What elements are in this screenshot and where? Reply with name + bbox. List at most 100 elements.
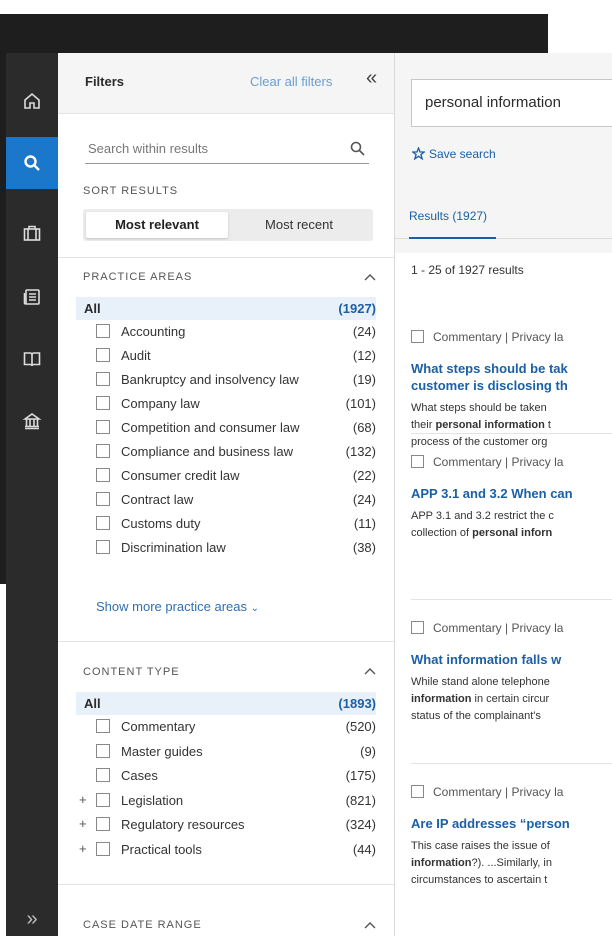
collapse-panel-icon[interactable]: « bbox=[366, 67, 377, 90]
filter-label: Customs duty bbox=[121, 516, 201, 531]
search-icon[interactable] bbox=[6, 137, 58, 189]
result-title-link[interactable]: Are IP addresses “person bbox=[411, 815, 612, 832]
library-icon[interactable] bbox=[6, 395, 58, 447]
chevron-up-icon[interactable] bbox=[364, 919, 376, 931]
content-type-item[interactable]: + Legislation (821) bbox=[76, 789, 376, 812]
result-snippet-line: information?). ...Similarly, in bbox=[411, 855, 612, 872]
snippet-text: process of the customer org bbox=[411, 436, 548, 448]
content-type-all[interactable]: All (1893) bbox=[76, 692, 376, 715]
checkbox[interactable] bbox=[96, 817, 110, 831]
sort-most-recent[interactable]: Most recent bbox=[228, 212, 370, 238]
checkbox[interactable] bbox=[96, 516, 110, 530]
filters-panel: Filters Clear all filters « Search withi… bbox=[58, 53, 395, 936]
snippet-text: While stand alone telephone bbox=[411, 676, 550, 688]
filter-count: (19) bbox=[352, 372, 376, 387]
result-checkbox[interactable] bbox=[411, 330, 424, 343]
chevron-down-icon: ⌄ bbox=[250, 603, 260, 614]
news-icon[interactable] bbox=[6, 271, 58, 323]
chevron-up-icon[interactable] bbox=[364, 665, 376, 677]
double-chevron-right-icon[interactable]: » bbox=[6, 893, 58, 936]
checkbox[interactable] bbox=[96, 372, 110, 386]
snippet-text: circumstances to ascertain t bbox=[411, 874, 548, 886]
filter-count: (324) bbox=[345, 817, 376, 832]
checkbox[interactable] bbox=[96, 540, 110, 554]
show-more-label: Show more practice areas bbox=[96, 599, 248, 614]
result-checkbox[interactable] bbox=[411, 785, 424, 798]
practice-area-item[interactable]: Consumer credit law (22) bbox=[76, 464, 376, 487]
result-title-link[interactable]: APP 3.1 and 3.2 When can bbox=[411, 485, 612, 502]
tab-results[interactable]: Results (1927) bbox=[409, 209, 487, 223]
content-type-item[interactable]: + Practical tools (44) bbox=[76, 838, 376, 861]
practice-area-item[interactable]: Bankruptcy and insolvency law (19) bbox=[76, 368, 376, 391]
result-title-link[interactable]: What information falls w bbox=[411, 651, 612, 668]
filter-count: (175) bbox=[345, 768, 376, 783]
chevron-up-icon[interactable] bbox=[364, 271, 376, 283]
checkbox[interactable] bbox=[96, 396, 110, 410]
checkbox[interactable] bbox=[96, 743, 110, 758]
filter-label: Audit bbox=[121, 348, 151, 363]
practice-area-item[interactable]: Discrimination law (38) bbox=[76, 536, 376, 559]
result-snippet-line: What steps should be taken bbox=[411, 400, 612, 417]
checkbox[interactable] bbox=[96, 768, 110, 782]
results-main: personal information Save search Results… bbox=[395, 53, 612, 936]
result-snippet-line: circumstances to ascertain t bbox=[411, 872, 612, 889]
practice-area-item[interactable]: Accounting (24) bbox=[76, 320, 376, 343]
practice-area-item[interactable]: Contract law (24) bbox=[76, 488, 376, 511]
home-icon[interactable] bbox=[6, 75, 58, 127]
result-checkbox[interactable] bbox=[411, 621, 424, 634]
checkbox[interactable] bbox=[96, 792, 110, 807]
save-search-button[interactable]: Save search bbox=[410, 146, 496, 161]
expand-plus-icon[interactable]: + bbox=[79, 816, 87, 831]
search-within-results-input[interactable]: Search within results bbox=[85, 135, 369, 164]
checkbox[interactable] bbox=[96, 468, 110, 482]
checkbox[interactable] bbox=[96, 348, 110, 362]
divider bbox=[58, 641, 394, 642]
clear-all-filters-link[interactable]: Clear all filters bbox=[250, 74, 332, 89]
search-icon[interactable] bbox=[350, 141, 365, 156]
content-type-heading: CONTENT TYPE bbox=[83, 666, 180, 678]
filter-count: (24) bbox=[352, 324, 376, 339]
checkbox[interactable] bbox=[96, 841, 110, 856]
checkbox[interactable] bbox=[96, 444, 110, 458]
result-snippet-line: their personal information t bbox=[411, 417, 612, 434]
filters-title: Filters bbox=[85, 74, 125, 89]
checkbox[interactable] bbox=[96, 324, 110, 338]
practice-area-all[interactable]: All (1927) bbox=[76, 297, 376, 320]
result-tag: Commentary | Privacy la bbox=[411, 621, 563, 635]
practice-area-item[interactable]: Competition and consumer law (68) bbox=[76, 416, 376, 439]
filter-count: (9) bbox=[360, 743, 376, 759]
practice-area-item[interactable]: Customs duty (11) bbox=[76, 512, 376, 535]
result-title-link[interactable]: customer is disclosing th bbox=[411, 377, 612, 394]
filter-count: (22) bbox=[352, 468, 376, 483]
snippet-text: in certain circur bbox=[471, 693, 550, 705]
filter-label: Company law bbox=[121, 396, 200, 411]
sort-results-heading: SORT RESULTS bbox=[83, 185, 179, 197]
result-tag-text: Commentary | Privacy la bbox=[433, 455, 564, 469]
practice-area-item[interactable]: Compliance and business law (132) bbox=[76, 440, 376, 463]
filter-count: (1927) bbox=[338, 301, 376, 316]
content-type-item[interactable]: Cases (175) bbox=[76, 764, 376, 787]
search-query-input[interactable]: personal information bbox=[411, 79, 612, 127]
content-type-item[interactable]: Commentary (520) bbox=[76, 715, 376, 738]
checkbox[interactable] bbox=[96, 492, 110, 506]
highlight-term: personal inforn bbox=[472, 527, 553, 539]
snippet-text: What steps should be taken bbox=[411, 402, 547, 414]
briefcase-icon[interactable] bbox=[6, 207, 58, 259]
show-more-practice-areas-link[interactable]: Show more practice areas ⌄ bbox=[96, 599, 259, 614]
result-checkbox[interactable] bbox=[411, 455, 424, 468]
content-type-item[interactable]: Master guides (9) bbox=[76, 740, 376, 763]
book-icon[interactable] bbox=[6, 333, 58, 385]
expand-plus-icon[interactable]: + bbox=[79, 792, 87, 807]
sort-most-relevant[interactable]: Most relevant bbox=[86, 212, 228, 238]
practice-area-item[interactable]: Company law (101) bbox=[76, 392, 376, 415]
result-title-link[interactable]: What steps should be tak bbox=[411, 360, 612, 377]
practice-area-item[interactable]: Audit (12) bbox=[76, 344, 376, 367]
expand-plus-icon[interactable]: + bbox=[79, 841, 87, 856]
result-snippet-line: This case raises the issue of bbox=[411, 838, 612, 855]
search-query-text: personal information bbox=[425, 94, 561, 111]
checkbox[interactable] bbox=[96, 420, 110, 434]
content-type-item[interactable]: + Regulatory resources (324) bbox=[76, 813, 376, 836]
filter-count: (44) bbox=[352, 841, 376, 857]
search-header: personal information Save search Results… bbox=[395, 53, 612, 253]
checkbox[interactable] bbox=[96, 719, 110, 733]
